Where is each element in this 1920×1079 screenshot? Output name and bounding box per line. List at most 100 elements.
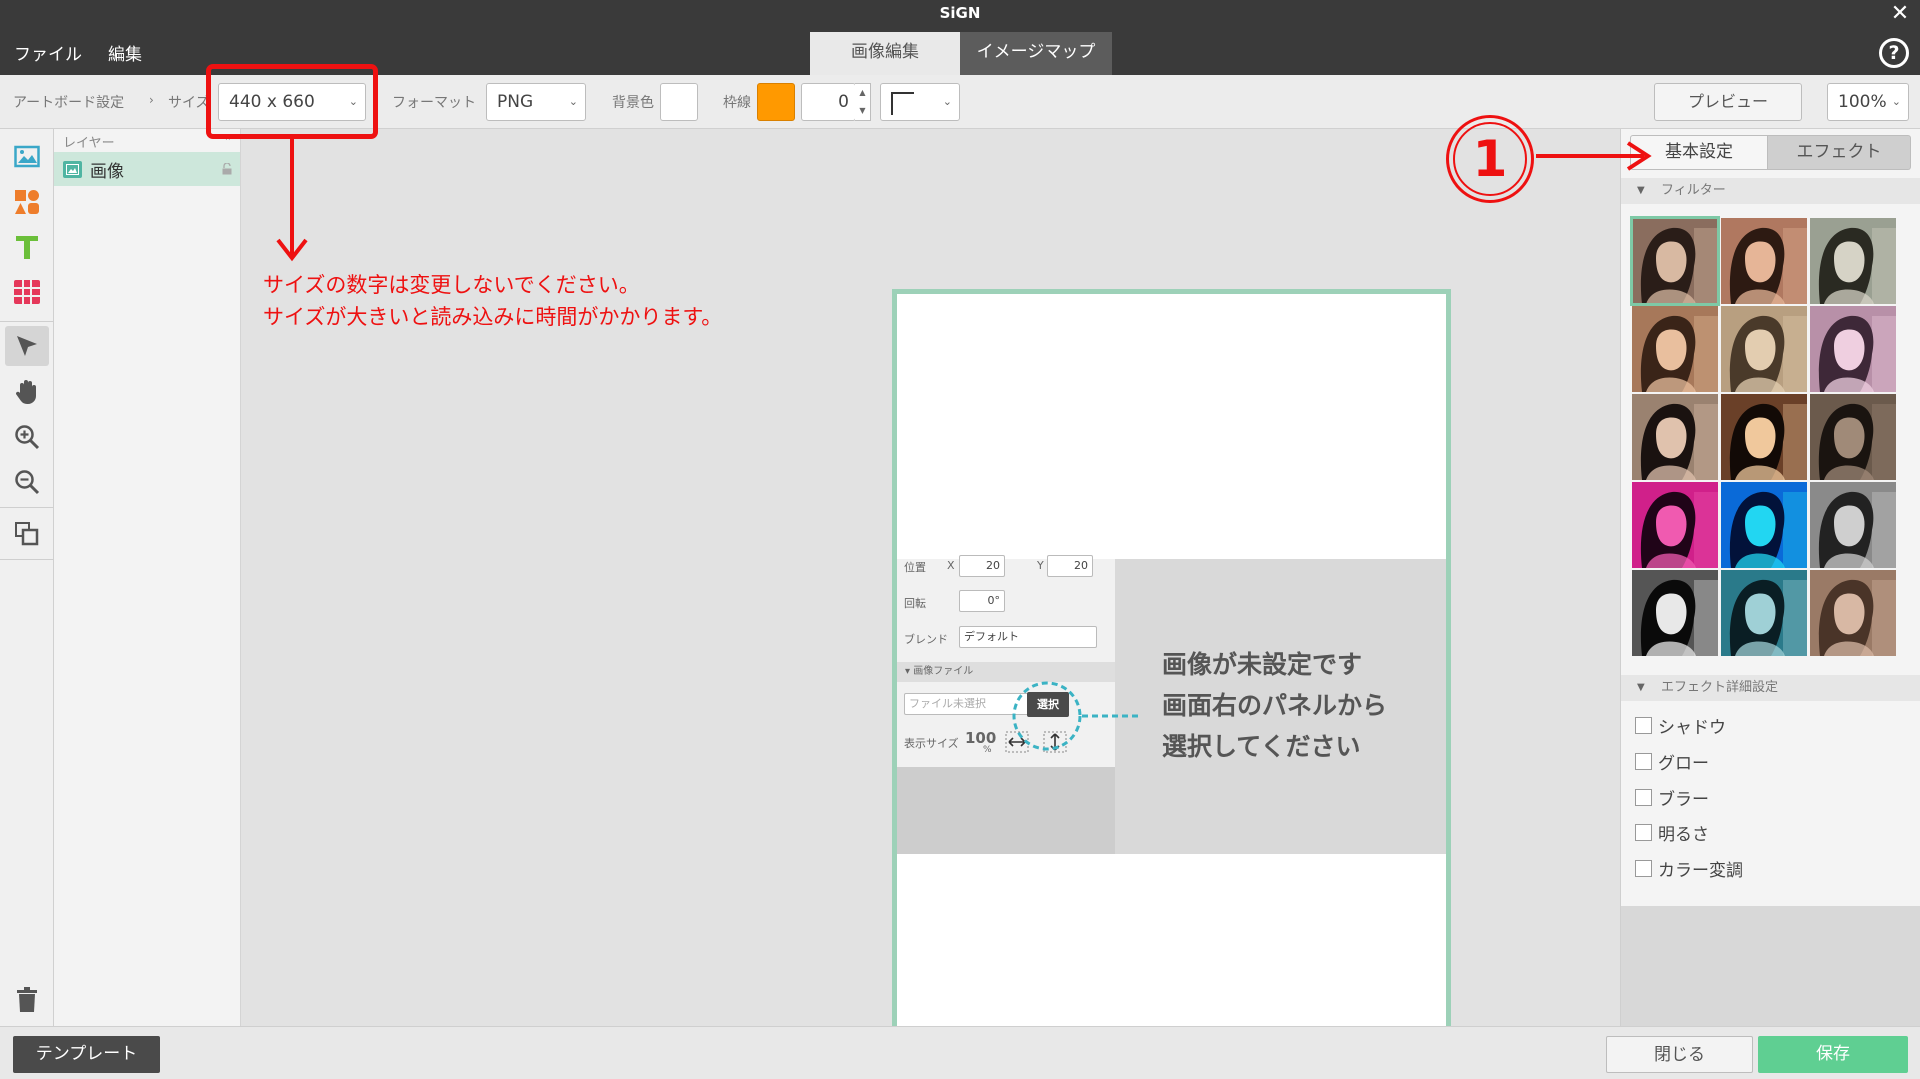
arrange-tool[interactable] xyxy=(5,514,49,554)
effect-blur[interactable]: ブラー xyxy=(1635,785,1709,810)
properties-panel-body: 基本設定 エフェクト ▼ フィルター ▼ エフェクト詳細設定 シャドウ グロー … xyxy=(1621,129,1920,906)
help-icon[interactable]: ? xyxy=(1879,38,1909,68)
add-table-tool[interactable] xyxy=(5,272,49,312)
size-label: サイズ xyxy=(168,95,210,111)
filter-section-header[interactable]: ▼ フィルター xyxy=(1621,178,1920,204)
select-tool[interactable] xyxy=(5,326,49,366)
effect-color-modulation[interactable]: カラー変調 xyxy=(1635,856,1743,881)
format-label: フォーマット xyxy=(392,95,476,111)
filter-thumbnail[interactable] xyxy=(1632,306,1718,392)
tab-imagemap[interactable]: イメージマップ xyxy=(960,32,1112,75)
portrait-thumbnail-icon xyxy=(1810,570,1896,656)
effect-label: グロー xyxy=(1658,754,1709,774)
zoom-out-icon xyxy=(15,470,40,495)
bg-color-label: 背景色 xyxy=(612,95,654,111)
corner-style-select[interactable]: ⌄ xyxy=(880,83,960,121)
border-width-input[interactable]: 0 xyxy=(801,83,856,121)
effect-detail-header[interactable]: ▼ エフェクト詳細設定 xyxy=(1621,675,1920,701)
layer-item[interactable]: 画像 xyxy=(54,152,240,186)
filter-section-title: フィルター xyxy=(1661,183,1726,198)
save-button[interactable]: 保存 xyxy=(1758,1036,1908,1073)
stepper-up-icon[interactable]: ▲ xyxy=(855,84,870,102)
effect-label: ブラー xyxy=(1658,790,1709,810)
unlock-icon[interactable] xyxy=(222,163,232,175)
placeholder-message-line: 選択してください xyxy=(1162,732,1361,761)
border-width-stepper[interactable]: ▲ ▼ xyxy=(855,83,871,121)
bg-color-swatch[interactable] xyxy=(660,83,698,121)
layer-order-icon xyxy=(15,522,39,546)
guide-blend-label: ブレンド xyxy=(904,633,948,646)
portrait-thumbnail-icon xyxy=(1810,218,1896,304)
add-shape-tool[interactable] xyxy=(5,182,49,222)
checkbox[interactable] xyxy=(1635,717,1652,734)
guide-display-size-label: 表示サイズ xyxy=(904,737,959,750)
add-text-tool[interactable] xyxy=(5,227,49,267)
filter-thumbnail[interactable] xyxy=(1721,306,1807,392)
filter-thumbnail[interactable] xyxy=(1630,216,1720,306)
hand-tool[interactable] xyxy=(5,372,49,412)
zoom-out-tool[interactable] xyxy=(5,462,49,502)
menu-bar: ファイル 編集 xyxy=(14,40,142,65)
guide-blend-select: デフォルト xyxy=(959,626,1097,648)
portrait-thumbnail-icon xyxy=(1810,306,1896,392)
filter-thumbnail[interactable] xyxy=(1632,394,1718,480)
chevron-down-icon: ▼ xyxy=(1637,185,1645,196)
canvas-area[interactable]: 位置 X 20 Y 20 回転 0° ブレンド デフォルト ▾ 画像ファイル フ… xyxy=(241,129,1620,1079)
checkbox[interactable] xyxy=(1635,824,1652,841)
border-label: 枠線 xyxy=(723,95,751,111)
annotation-note-line: サイズが大きいと読み込みに時間がかかります。 xyxy=(263,305,723,329)
portrait-thumbnail-icon xyxy=(1721,394,1807,480)
filter-thumbnail[interactable] xyxy=(1721,482,1807,568)
hand-icon xyxy=(15,380,36,404)
layers-title: レイヤー xyxy=(63,136,115,151)
filter-thumbnail[interactable] xyxy=(1632,482,1718,568)
filter-thumbnail[interactable] xyxy=(1810,394,1896,480)
shapes-icon xyxy=(15,190,39,214)
effect-brightness[interactable]: 明るさ xyxy=(1635,820,1709,845)
zoom-in-tool[interactable] xyxy=(5,417,49,457)
filter-thumbnail[interactable] xyxy=(1721,394,1807,480)
filter-thumbnail[interactable] xyxy=(1721,570,1807,656)
effect-label: 明るさ xyxy=(1658,825,1709,845)
tab-image-edit[interactable]: 画像編集 xyxy=(810,32,960,75)
close-button[interactable]: 閉じる xyxy=(1606,1036,1753,1073)
effect-detail-title: エフェクト詳細設定 xyxy=(1661,680,1779,695)
filter-thumbnail[interactable] xyxy=(1810,306,1896,392)
checkbox[interactable] xyxy=(1635,860,1652,877)
checkbox[interactable] xyxy=(1635,753,1652,770)
effect-glow[interactable]: グロー xyxy=(1635,749,1709,774)
border-color-swatch[interactable] xyxy=(757,83,795,121)
checkbox[interactable] xyxy=(1635,789,1652,806)
delete-tool[interactable] xyxy=(5,980,49,1020)
placeholder-message: 画像が未設定です 画面右のパネルから 選択してください xyxy=(1162,644,1387,767)
layers-panel: レイヤー « 画像 xyxy=(54,129,241,1026)
portrait-thumbnail-icon xyxy=(1721,570,1807,656)
tab-effects[interactable]: エフェクト xyxy=(1768,135,1911,170)
portrait-thumbnail-icon xyxy=(1632,306,1718,392)
filter-thumbnail[interactable] xyxy=(1721,218,1807,304)
add-image-tool[interactable] xyxy=(5,137,49,177)
annotation-down-arrow xyxy=(276,136,308,262)
filter-thumbnail[interactable] xyxy=(1810,218,1896,304)
format-value: PNG xyxy=(497,92,534,112)
format-select[interactable]: PNG ⌄ xyxy=(486,83,586,121)
artboard[interactable]: 位置 X 20 Y 20 回転 0° ブレンド デフォルト ▾ 画像ファイル フ… xyxy=(892,289,1451,1079)
preview-button[interactable]: プレビュー xyxy=(1654,83,1802,121)
portrait-thumbnail-icon xyxy=(1632,570,1718,656)
template-button[interactable]: テンプレート xyxy=(13,1036,160,1073)
effect-label: シャドウ xyxy=(1658,718,1726,738)
trash-icon xyxy=(17,987,37,1012)
filter-thumbnail[interactable] xyxy=(1632,570,1718,656)
filter-thumbnail[interactable] xyxy=(1810,570,1896,656)
effect-shadow[interactable]: シャドウ xyxy=(1635,713,1726,738)
text-icon xyxy=(16,236,38,259)
close-icon[interactable]: ✕ xyxy=(1888,2,1912,26)
zoom-select[interactable]: 100% ⌄ xyxy=(1827,83,1909,121)
filter-thumbnail[interactable] xyxy=(1810,482,1896,568)
portrait-thumbnail-icon xyxy=(1721,218,1807,304)
menu-file[interactable]: ファイル xyxy=(14,40,82,65)
guide-y-field: 20 xyxy=(1047,555,1093,577)
menu-edit[interactable]: 編集 xyxy=(108,40,142,65)
stepper-down-icon[interactable]: ▼ xyxy=(855,102,870,120)
portrait-thumbnail-icon xyxy=(1810,394,1896,480)
